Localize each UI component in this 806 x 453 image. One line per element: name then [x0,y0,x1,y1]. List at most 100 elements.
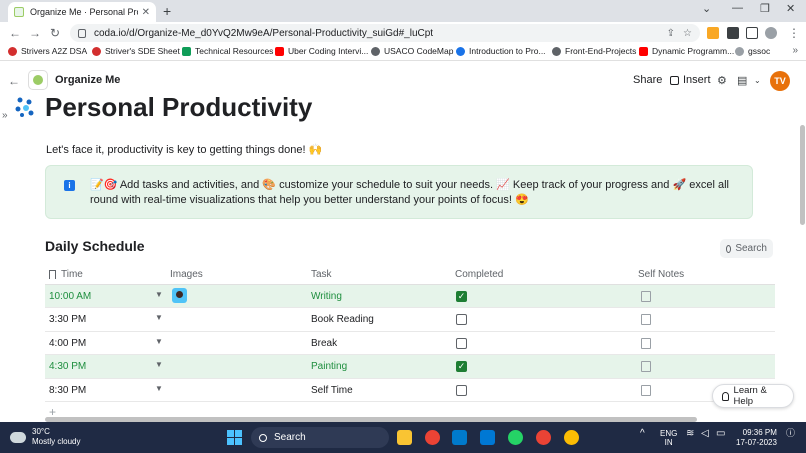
bookmark-item[interactable]: Front-End-Projects [552,46,636,56]
chevron-down-icon[interactable]: ▼ [155,290,163,299]
vertical-scrollbar[interactable] [800,125,805,225]
bookmark-item[interactable]: Dynamic Programm... [639,46,734,56]
browser-tab[interactable]: Organize Me · Personal Productivity ✕ [8,2,156,22]
completed-checkbox[interactable] [456,314,467,326]
task-cell[interactable]: Writing [311,291,342,302]
chrome-active-icon[interactable] [564,430,579,445]
doc-icon[interactable] [28,70,48,90]
chrome-profile-icon[interactable] [536,430,551,445]
bookmark-item[interactable]: Technical Resources [182,46,273,56]
side-panel-icon[interactable] [746,27,758,39]
share-page-icon[interactable]: ⇪ [667,28,675,39]
share-button[interactable]: Share [633,74,662,86]
note-icon[interactable] [641,291,651,302]
bookmark-item[interactable]: Striver's SDE Sheet [92,46,180,56]
column-header-task[interactable]: Task [311,269,332,280]
vscode-icon[interactable] [452,430,467,445]
table-header: Time Images Task Completed Self Notes [45,264,775,285]
new-tab-icon[interactable]: + [163,3,171,19]
restore-icon[interactable]: ❐ [760,2,770,15]
back-arrow-icon[interactable]: ← [9,26,21,40]
profile-avatar-icon[interactable] [765,27,777,39]
minimize-icon[interactable]: — [732,2,743,14]
clock[interactable]: 09:36 PM 17-07-2023 [736,428,777,448]
chevron-down-icon[interactable]: ▼ [155,337,163,346]
bookmark-item[interactable]: gssoc [735,46,770,56]
close-icon[interactable]: ✕ [142,7,150,18]
note-icon[interactable] [641,314,651,326]
windows-start-icon[interactable] [227,430,242,445]
table-row[interactable]: 10:00 AM ▼ Writing ✓ [45,285,775,309]
time-cell[interactable]: 8:30 PM [49,385,86,396]
extension-pencil-icon[interactable] [707,27,719,39]
back-arrow-icon[interactable]: ← [8,74,20,88]
search-label: Search [735,243,767,254]
note-icon[interactable] [641,361,651,373]
table-row[interactable]: 4:30 PM ▼ Painting ✓ [45,355,775,379]
gear-icon[interactable]: ⚙ [717,74,727,87]
tab-search-icon[interactable]: ⌄ [702,2,711,15]
bookmark-icon [735,46,744,56]
whatsapp-icon[interactable] [508,430,523,445]
table-search-button[interactable]: Search [720,239,773,258]
chevron-down-icon[interactable]: ▼ [155,360,163,369]
more-bookmarks-button[interactable]: » [792,45,798,56]
browser-menu-icon[interactable]: ⋮ [788,26,800,40]
comments-icon[interactable]: ▤ [737,74,747,87]
bookmark-label: Strivers A2Z DSA [21,46,88,56]
table-row[interactable]: 4:00 PM ▼ Break [45,332,775,356]
image-thumbnail[interactable] [172,288,187,303]
chevron-down-icon[interactable]: ▼ [155,313,163,322]
time-cell[interactable]: 10:00 AM [49,291,91,302]
task-cell[interactable]: Self Time [311,385,353,396]
completed-checkbox[interactable] [456,337,467,349]
address-bar[interactable]: coda.io/d/Organize-Me_d0YvQ2Mw9eA/Person… [70,24,700,42]
column-header-notes[interactable]: Self Notes [638,269,684,280]
bookmark-icon [8,46,17,56]
completed-checkbox[interactable] [456,384,467,396]
bookmark-item[interactable]: USACO CodeMap [371,46,453,56]
table-row[interactable]: 8:30 PM ▼ Self Time [45,379,775,402]
task-cell[interactable]: Break [311,338,337,349]
battery-icon[interactable]: ▭ [716,429,725,439]
taskbar-search[interactable]: Search [251,427,389,448]
expand-sidebar-icon[interactable]: » [2,110,8,121]
notification-icon[interactable]: ⓘ [786,429,795,438]
window-close-icon[interactable]: ✕ [786,2,795,15]
chrome-icon[interactable] [425,430,440,445]
learn-help-button[interactable]: Learn & Help [712,384,794,408]
time-cell[interactable]: 3:30 PM [49,314,86,325]
chevron-down-icon[interactable]: ▼ [155,384,163,393]
chevron-up-icon[interactable]: ^ [640,429,645,439]
table-row[interactable]: 3:30 PM ▼ Book Reading [45,308,775,332]
bookmark-item[interactable]: Uber Coding Intervi... [275,46,368,56]
doc-name[interactable]: Organize Me [55,74,120,86]
completed-checkbox[interactable]: ✓ [456,291,467,302]
file-explorer-icon[interactable] [397,430,412,445]
time-cell[interactable]: 4:30 PM [49,361,86,372]
bookmark-star-icon[interactable]: ☆ [683,28,692,39]
insert-button[interactable]: Insert [670,74,711,86]
time-cell[interactable]: 4:00 PM [49,338,86,349]
column-header-completed[interactable]: Completed [455,269,503,280]
region-text: IN [664,438,673,447]
extensions-puzzle-icon[interactable] [727,27,739,39]
avatar[interactable]: TV [770,71,790,91]
task-cell[interactable]: Painting [311,361,347,372]
column-header-images[interactable]: Images [170,269,203,280]
note-icon[interactable] [641,384,651,396]
wifi-icon[interactable]: ≋ [686,429,694,439]
note-icon[interactable] [641,337,651,349]
weather-widget[interactable]: 30°C Mostly cloudy [10,427,80,447]
completed-checkbox[interactable]: ✓ [456,361,467,373]
language-indicator[interactable]: ENG IN [660,429,677,447]
bookmark-item[interactable]: Strivers A2Z DSA [8,46,87,56]
volume-icon[interactable]: ◁ [701,429,709,439]
bookmark-item[interactable]: Introduction to Pro... [456,46,546,56]
chevron-down-icon[interactable]: ⌄ [754,76,761,85]
forward-arrow-icon[interactable]: → [29,26,41,40]
column-header-time[interactable]: Time [49,269,83,280]
mail-icon[interactable] [480,430,495,445]
reload-icon[interactable]: ↻ [50,26,60,40]
task-cell[interactable]: Book Reading [311,314,374,325]
